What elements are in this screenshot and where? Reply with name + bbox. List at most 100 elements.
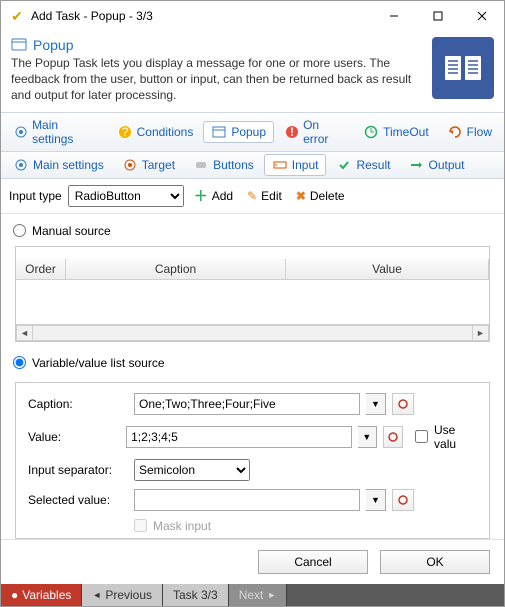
tab-label: On error [303,118,345,146]
cancel-button[interactable]: Cancel [258,550,368,574]
scroll-right-button[interactable]: ► [472,325,489,341]
primary-tabs: Main settings ? Conditions Popup ! On erro… [1,112,504,152]
mask-input-checkbox [134,519,147,532]
svg-text:?: ? [121,125,128,139]
dot-icon: ● [11,588,18,602]
value-clear-button[interactable] [383,426,403,448]
error-icon: ! [284,124,299,140]
titlebar: ✔ Add Task - Popup - 3/3 [1,1,504,31]
tab-timeout[interactable]: TimeOut [355,121,437,143]
selected-value-dropdown-button[interactable]: ▼ [366,489,386,511]
edit-label: Edit [261,189,282,203]
header-title: Popup [33,37,73,53]
manual-source-row[interactable]: Manual source [13,224,496,238]
tab-label: Popup [231,125,266,139]
horizontal-scrollbar[interactable]: ◄ ► [16,324,489,341]
plus-icon: ＋ [194,186,208,206]
add-button[interactable]: ＋ Add [190,184,237,208]
tab-popup[interactable]: Popup [203,121,274,143]
caption-input[interactable] [134,393,360,415]
manual-source-radio[interactable] [13,224,26,237]
svg-text:!: ! [290,125,294,139]
scroll-track[interactable] [33,325,472,341]
add-label: Add [212,189,233,203]
header: Popup The Popup Task lets you display a … [1,31,504,112]
manual-source-table: Order Caption Value ◄ ► [15,246,490,342]
flow-icon [447,124,463,140]
scroll-left-button[interactable]: ◄ [16,325,33,341]
status-variables[interactable]: ●Variables [1,584,82,606]
dialog-buttons: Cancel OK [1,539,504,584]
pencil-icon: ✎ [247,189,257,203]
input-type-select[interactable]: RadioButton [68,185,184,207]
tab-label: Input [292,158,319,172]
caption-label: Caption: [28,397,128,411]
value-dropdown-button[interactable]: ▼ [358,426,377,448]
mask-input-row: Mask input [134,519,477,533]
separator-select[interactable]: Semicolon [134,459,250,481]
tab-label: Result [356,158,390,172]
input-icon [272,157,288,173]
mask-input-label: Mask input [153,519,211,533]
target-icon [122,157,138,173]
table-header: Order Caption Value [16,259,489,280]
tab-output[interactable]: Output [400,154,472,176]
selected-value-input[interactable] [134,489,360,511]
table-body [16,280,489,324]
clock-icon [363,124,379,140]
tab-label: Flow [467,125,492,139]
tab-label: Conditions [137,125,194,139]
variable-source-radio[interactable] [13,356,26,369]
variable-source-form: Caption: ▼ Value: ▼ Use valu Input separ… [15,382,490,539]
popup-icon [211,124,227,140]
tab-result[interactable]: Result [328,154,398,176]
close-button[interactable] [460,1,504,31]
tab-input[interactable]: Input [264,154,327,176]
status-previous[interactable]: ◄Previous [82,584,163,606]
tab-conditions[interactable]: ? Conditions [109,121,202,143]
input-toolbar: Input type RadioButton ＋ Add ✎ Edit ✖Delet… [1,179,504,214]
variable-source-label: Variable/value list source [32,356,165,370]
selected-value-clear-button[interactable] [392,489,414,511]
caption-dropdown-button[interactable]: ▼ [366,393,386,415]
caret-left-icon: ◄ [92,590,101,600]
maximize-button[interactable] [416,1,460,31]
question-icon: ? [117,124,133,140]
col-value[interactable]: Value [286,259,489,279]
tab-target[interactable]: Target [114,154,183,176]
variable-source-row[interactable]: Variable/value list source [13,356,496,370]
use-value-checkbox[interactable] [415,430,428,443]
tab-flow[interactable]: Flow [439,121,500,143]
input-type-label: Input type [9,189,62,203]
caption-clear-button[interactable] [392,393,414,415]
tab-label: Output [428,158,464,172]
tab-buttons[interactable]: Buttons [185,154,262,176]
delete-button[interactable]: ✖Delete [292,187,349,205]
popup-icon [11,37,27,53]
selected-value-label: Selected value: [28,493,128,507]
window-title: Add Task - Popup - 3/3 [31,9,372,23]
minimize-button[interactable] [372,1,416,31]
tab-on-error[interactable]: ! On error [276,115,353,149]
button-icon [193,157,209,173]
gear-icon [13,124,28,140]
value-input[interactable] [126,426,352,448]
secondary-tabs: Main settings Target Buttons Input Resul… [1,152,504,179]
status-task[interactable]: Task 3/3 [163,584,229,606]
col-order[interactable]: Order [16,259,66,279]
header-description: The Popup Task lets you display a messag… [11,55,422,104]
col-caption[interactable]: Caption [66,259,286,279]
check-icon [336,157,352,173]
tab-label: TimeOut [383,125,429,139]
status-next: Next► [229,584,288,606]
edit-button[interactable]: ✎ Edit [243,187,286,205]
content-area: Manual source Order Caption Value ◄ ► Va… [1,214,504,539]
delete-label: Delete [310,189,345,203]
caret-right-icon: ► [267,590,276,600]
ok-button[interactable]: OK [380,550,490,574]
tab-label: Main settings [32,118,99,146]
app-icon: ✔ [9,8,25,24]
tab-sub-main-settings[interactable]: Main settings [5,154,112,176]
tab-main-settings[interactable]: Main settings [5,115,107,149]
statusbar: ●Variables ◄Previous Task 3/3 Next► [1,584,504,606]
